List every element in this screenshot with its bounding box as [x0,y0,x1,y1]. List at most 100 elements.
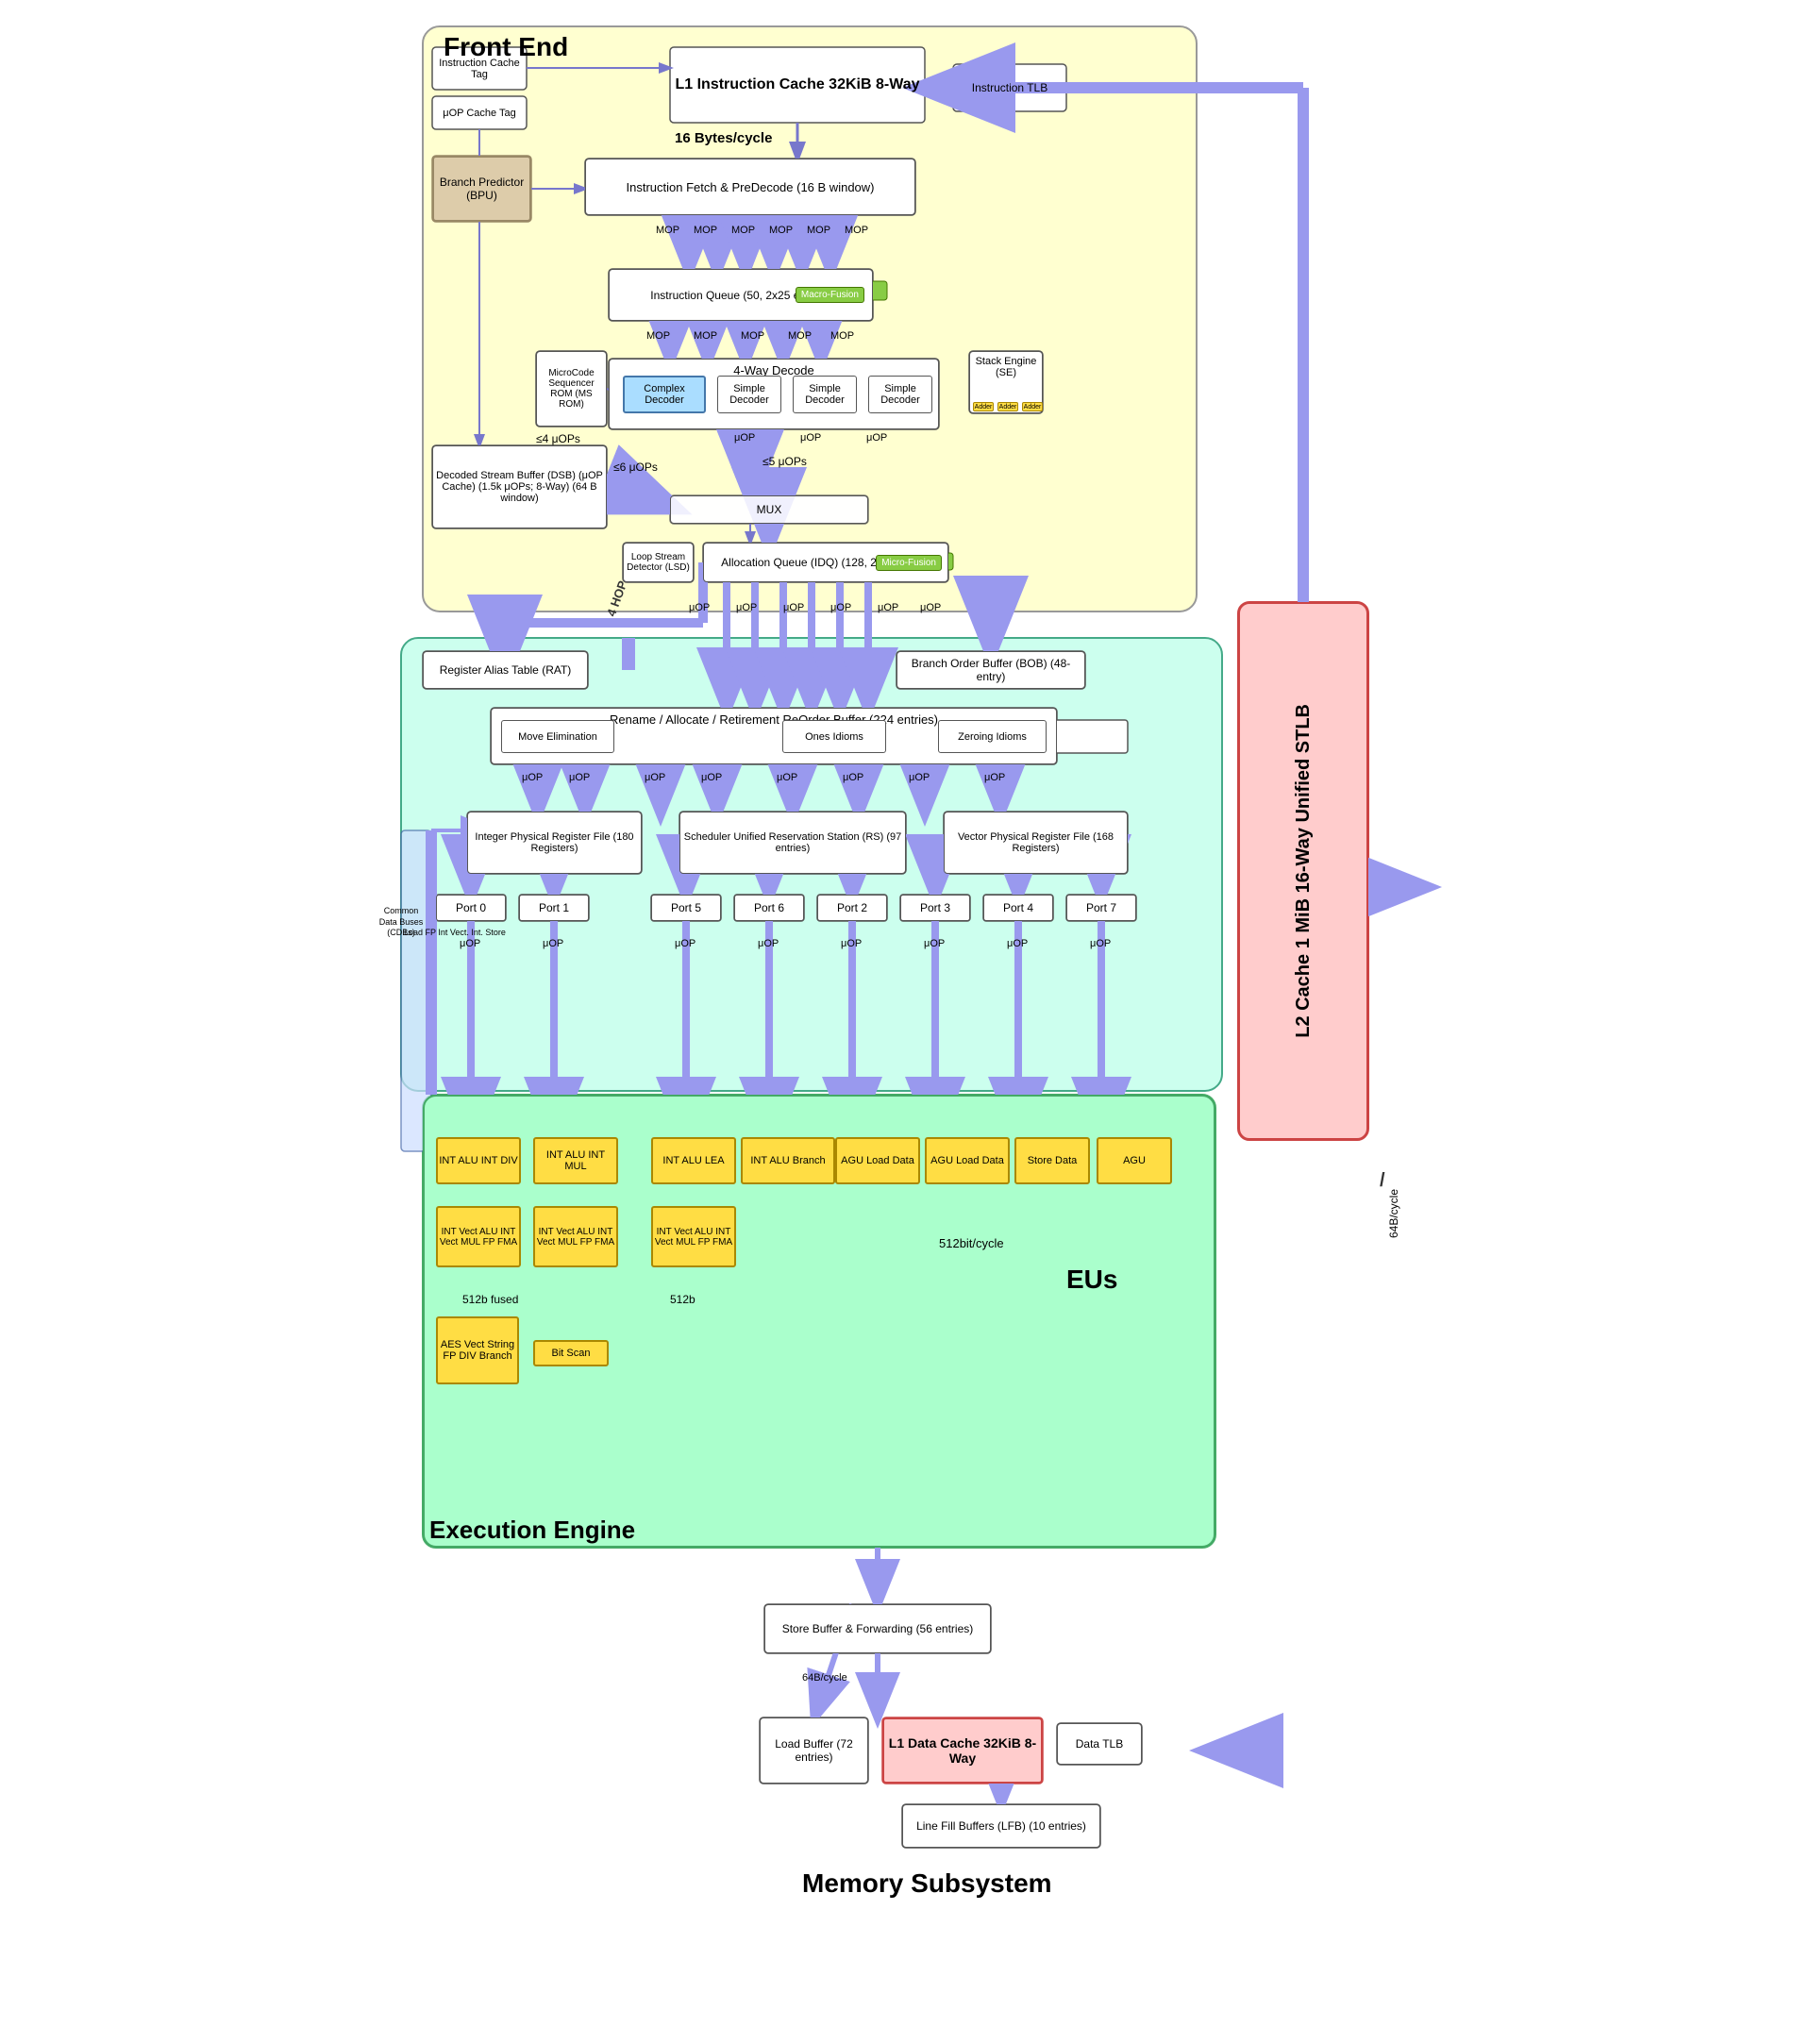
uop-after-idq-5: μOP [878,602,898,613]
simple-decoder-2-box: Simple Decoder [793,376,857,413]
uop-after-sd3: μOP [866,432,887,444]
512b-label: 512b [670,1293,695,1306]
move-elim-box: Move Elimination [501,720,614,753]
se-adder3: Adder [1022,402,1043,411]
mux-box: MUX [670,495,868,524]
l2-cache-box: L2 Cache 1 MiB 16-Way Unified STLB [1238,602,1368,1140]
mop-label-r1-4: MOP [769,225,793,236]
uop-after-idq-1: μOP [689,602,710,613]
eu-p4-store: Store Data [1014,1137,1090,1184]
rat-box: Register Alias Table (RAT) [423,651,588,689]
port3-label: Port 3 [900,895,970,921]
lsd-box: Loop Stream Detector (LSD) [623,543,694,582]
zeroing-idioms-box: Zeroing Idioms [938,720,1047,753]
uop-after-rename-5: μOP [777,772,797,783]
uop-cache-tag-box: μOP Cache Tag [432,96,527,129]
port6-label: Port 6 [734,895,804,921]
branch-predictor-box: Branch Predictor (BPU) [432,156,531,222]
le4-uops-label: ≤4 μOPs [536,432,580,445]
uop-port1: μOP [543,938,563,949]
mop-label-r2-4: MOP [788,330,812,342]
eu-p0-int: INT ALU INT DIV [436,1137,521,1184]
store-buf-box: Store Buffer & Forwarding (56 entries) [764,1604,991,1653]
mop-label-r1-6: MOP [845,225,868,236]
micro-fusion-badge: Micro-Fusion [876,555,942,571]
mop-label-r1-1: MOP [656,225,679,236]
mop-label-r2-3: MOP [741,330,764,342]
uop-after-idq-4: μOP [830,602,851,613]
512bit-cycle-label: 512bit/cycle [939,1236,1004,1250]
eu-p3-agu: AGU Load Data [925,1137,1010,1184]
port7-label: Port 7 [1066,895,1136,921]
cdb-loads-label: Load FP Int Vect. Int. Store [404,925,506,940]
eu-p0-aes: AES Vect String FP DIV Branch [436,1316,519,1384]
slash-mark: / [1380,1170,1385,1192]
eu-p2-agu: AGU Load Data [835,1137,920,1184]
uop-after-rename-1: μOP [522,772,543,783]
mop-label-r2-1: MOP [646,330,670,342]
uop-after-idq-2: μOP [736,602,757,613]
hop4-label: 4 HOP [604,578,629,618]
port0-label: Port 0 [436,895,506,921]
bus64b-right-label: 64B/cycle [1387,1189,1400,1238]
scheduler-box: Scheduler Unified Reservation Station (R… [679,812,906,874]
instr-queue-box: Instruction Queue (50, 2x25 entries) Mac… [609,269,873,321]
eu-p6-int: INT ALU Branch [741,1137,835,1184]
uop-after-rename-8: μOP [984,772,1005,783]
512b-fused-label: 512b fused [462,1293,518,1306]
ones-idioms-box: Ones Idioms [782,720,886,753]
uop-after-rename-6: μOP [843,772,863,783]
uop-port3: μOP [924,938,945,949]
uop-after-rename-4: μOP [701,772,722,783]
vec-phys-reg-box: Vector Physical Register File (168 Regis… [944,812,1128,874]
fetch-predecode-box: Instruction Fetch & PreDecode (16 B wind… [585,159,915,215]
int-phys-reg-box: Integer Physical Register File (180 Regi… [467,812,642,874]
simple-decoder-3-box: Simple Decoder [868,376,932,413]
simple-decoder-1-box: Simple Decoder [717,376,781,413]
se-adder1: Adder [973,402,994,411]
uop-port5: μOP [675,938,695,949]
execution-engine-label: Execution Engine [429,1516,635,1545]
uop-after-rename-3: μOP [645,772,665,783]
dsb-box: Decoded Stream Buffer (DSB) (μOP Cache) … [432,445,607,528]
port2-label: Port 2 [817,895,887,921]
64b-cycle-label: 64B/cycle [802,1672,847,1684]
uop-after-rename-7: μOP [909,772,930,783]
eu-p5-vec: INT Vect ALU INT Vect MUL FP FMA [651,1206,736,1267]
l1-dcache-box: L1 Data Cache 32KiB 8-Way [882,1717,1043,1784]
uop-port7: μOP [1090,938,1111,949]
eu-p7-agu: AGU [1097,1137,1172,1184]
mop-label-r1-3: MOP [731,225,755,236]
port1-label: Port 1 [519,895,589,921]
eus-label: EUs [1066,1265,1117,1295]
instruction-tlb-box: Instruction TLB [953,64,1066,111]
uop-after-idq-3: μOP [783,602,804,613]
eu-p1-vec: INT Vect ALU INT Vect MUL FP FMA [533,1206,618,1267]
data-tlb-box: Data TLB [1057,1723,1142,1765]
alloc-queue-box: Allocation Queue (IDQ) (128, 2x64 μOPs) … [703,543,948,582]
memory-label: Memory Subsystem [802,1868,1052,1899]
port5-label: Port 5 [651,895,721,921]
mop-label-r2-2: MOP [694,330,717,342]
eu-p1-bitscan: Bit Scan [533,1340,609,1366]
macro-fusion-badge: Macro-Fusion [796,287,864,303]
line-fill-buf-box: Line Fill Buffers (LFB) (10 entries) [902,1804,1100,1848]
eu-p0-vec: INT Vect ALU INT Vect MUL FP FMA [436,1206,521,1267]
load-buf-box: Load Buffer (72 entries) [760,1717,868,1784]
uop-port4: μOP [1007,938,1028,949]
uop-port6: μOP [758,938,779,949]
uop-after-rename-2: μOP [569,772,590,783]
microcode-seq-box: MicroCode Sequencer ROM (MS ROM) [536,351,607,427]
le5-uops-label: ≤5 μOPs [762,455,807,468]
complex-decoder-box: Complex Decoder [623,376,706,413]
mop-label-r2-5: MOP [830,330,854,342]
bob-box: Branch Order Buffer (BOB) (48-entry) [896,651,1085,689]
le6-uops-label: ≤6 μOPs [613,461,658,474]
mop-label-r1-2: MOP [694,225,717,236]
uop-after-sd1: μOP [734,432,755,444]
rename-alloc-box: Rename / Allocate / Retirement ReOrder B… [491,708,1057,764]
icache-tag-box: Instruction Cache Tag [432,47,527,90]
se-adder2: Adder [997,402,1018,411]
cpu-diagram: Front End L1 Instruction Cache 32KiB 8-W… [396,19,1397,1963]
uop-after-sd2: μOP [800,432,821,444]
